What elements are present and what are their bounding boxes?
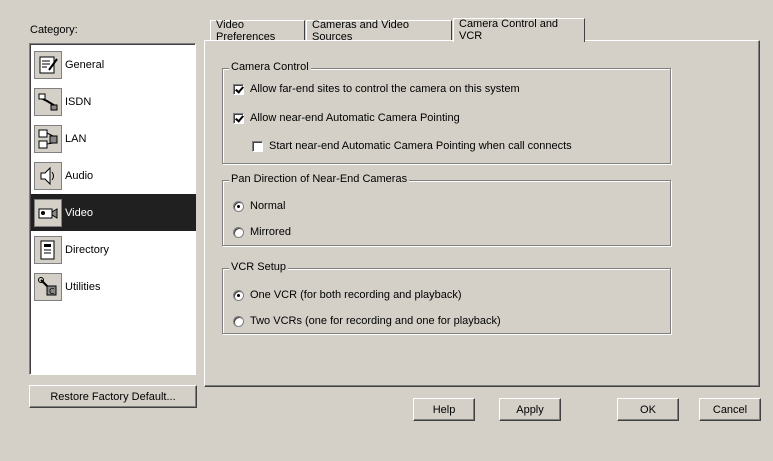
vcr-setup-title: VCR Setup xyxy=(229,261,289,273)
radio-button[interactable] xyxy=(233,200,244,212)
checkbox-box[interactable] xyxy=(233,112,244,124)
camera-control-title: Camera Control xyxy=(229,61,311,73)
category-item-label: Utilities xyxy=(65,280,101,293)
tab-camera-control-and-vcr[interactable]: Camera Control and VCR xyxy=(453,18,585,42)
category-item-label: Audio xyxy=(65,169,94,182)
category-label: Category: xyxy=(30,24,78,36)
cancel-button[interactable]: Cancel xyxy=(699,398,761,421)
restore-factory-default-button[interactable]: Restore Factory Default... xyxy=(29,385,197,408)
tab-cameras-and-video-sources[interactable]: Cameras and Video Sources xyxy=(306,19,452,43)
video-icon xyxy=(34,198,62,227)
checkbox-label: Start near-end Automatic Camera Pointing… xyxy=(269,140,572,152)
radio-button[interactable] xyxy=(233,289,244,301)
category-item-label: LAN xyxy=(65,132,87,145)
checkbox-label: Allow far-end sites to control the camer… xyxy=(250,83,520,95)
tab-video-preferences[interactable]: Video Preferences xyxy=(210,19,305,43)
lan-icon xyxy=(34,124,62,153)
radio-label: Mirrored xyxy=(250,226,291,238)
one-vcr-radio[interactable]: One VCR (for both recording and playback… xyxy=(233,289,462,301)
pan-normal-radio[interactable]: Normal xyxy=(233,200,285,212)
start-near-end-checkbox[interactable]: Start near-end Automatic Camera Pointing… xyxy=(252,140,572,152)
radio-button[interactable] xyxy=(233,315,244,327)
category-item-isdn[interactable]: ISDN xyxy=(31,83,196,120)
category-item-utilities[interactable]: C Utilities xyxy=(31,268,196,305)
category-item-general[interactable]: General xyxy=(31,46,196,83)
radio-label: One VCR (for both recording and playback… xyxy=(250,289,462,301)
category-list[interactable]: General ISDN LAN Audio Video Directory C xyxy=(29,43,196,375)
directory-icon xyxy=(34,235,62,264)
radio-label: Two VCRs (one for recording and one for … xyxy=(250,315,501,327)
two-vcrs-radio[interactable]: Two VCRs (one for recording and one for … xyxy=(233,315,501,327)
utilities-icon: C xyxy=(34,272,62,301)
category-item-audio[interactable]: Audio xyxy=(31,157,196,194)
allow-near-end-checkbox[interactable]: Allow near-end Automatic Camera Pointing xyxy=(233,112,460,124)
pan-mirrored-radio[interactable]: Mirrored xyxy=(233,226,291,238)
ok-button[interactable]: OK xyxy=(617,398,679,421)
category-item-directory[interactable]: Directory xyxy=(31,231,196,268)
apply-button[interactable]: Apply xyxy=(499,398,561,421)
category-item-label: General xyxy=(65,58,105,71)
category-item-video[interactable]: Video xyxy=(31,194,196,231)
checkbox-box[interactable] xyxy=(252,140,263,152)
radio-label: Normal xyxy=(250,200,286,212)
general-icon xyxy=(34,50,62,79)
radio-button[interactable] xyxy=(233,226,244,238)
category-item-lan[interactable]: LAN xyxy=(31,120,196,157)
checkbox-box[interactable] xyxy=(233,83,244,95)
category-item-label: Directory xyxy=(65,243,110,256)
svg-text:C: C xyxy=(49,287,55,296)
help-button[interactable]: Help xyxy=(413,398,475,421)
isdn-icon xyxy=(34,87,62,116)
allow-far-end-checkbox[interactable]: Allow far-end sites to control the camer… xyxy=(233,83,520,95)
pan-direction-title: Pan Direction of Near-End Cameras xyxy=(229,173,410,185)
audio-icon xyxy=(34,161,62,190)
checkbox-label: Allow near-end Automatic Camera Pointing xyxy=(250,112,460,124)
category-item-label: ISDN xyxy=(65,95,92,108)
category-item-label: Video xyxy=(65,206,93,219)
